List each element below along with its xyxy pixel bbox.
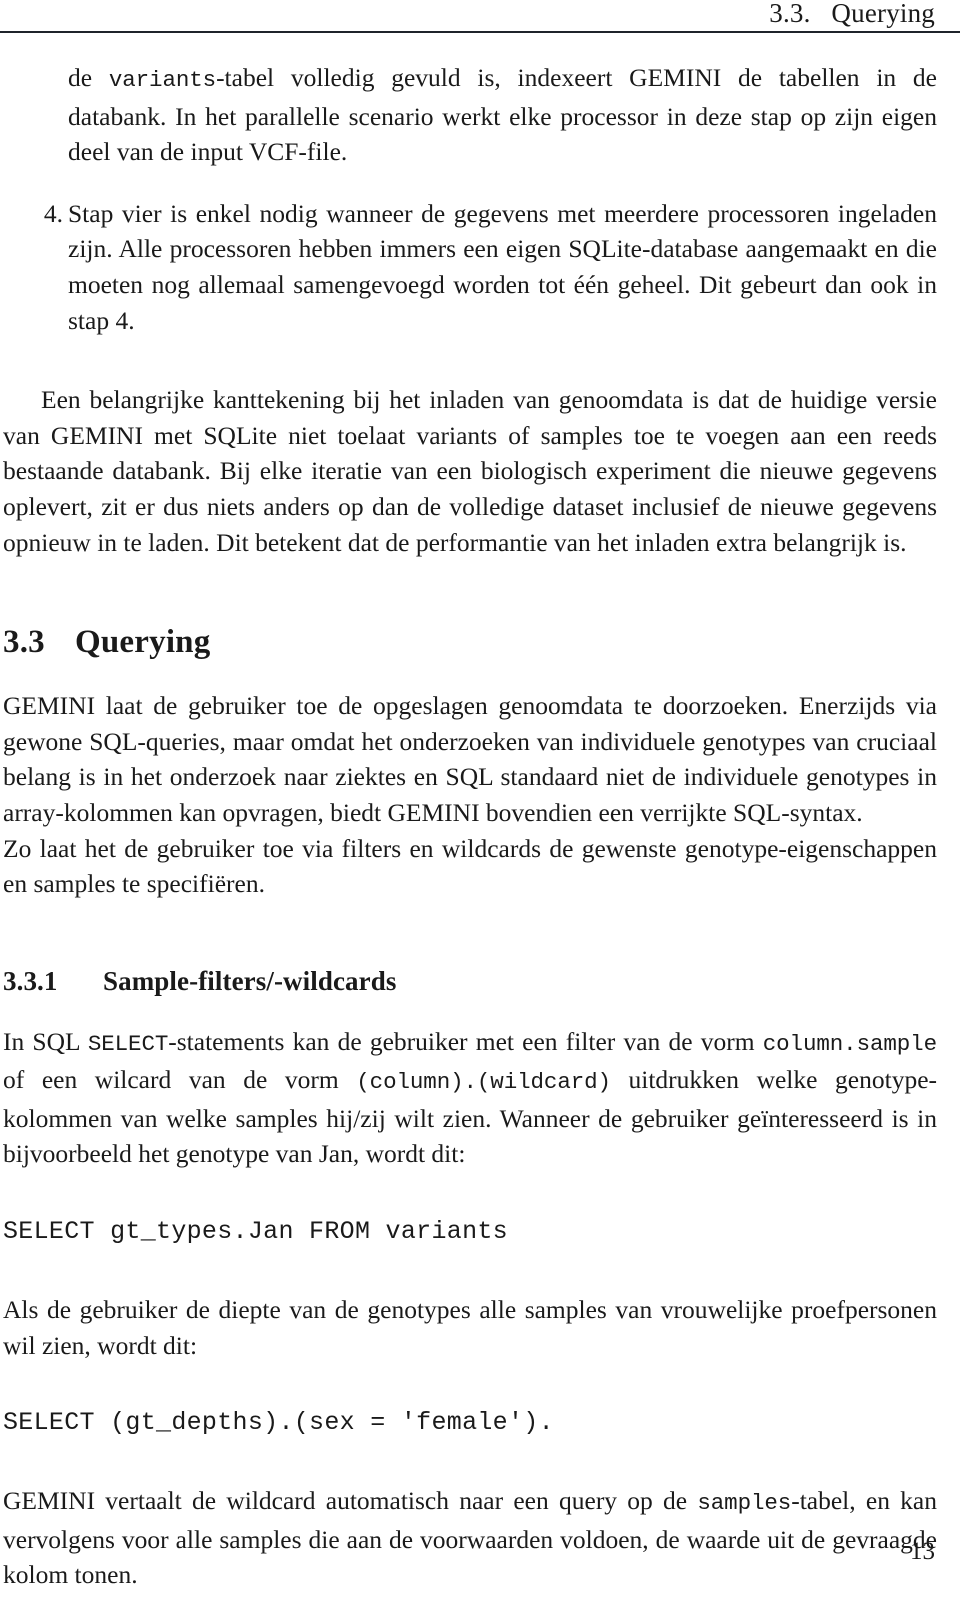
section-title: Querying xyxy=(75,624,211,661)
code-block-select-gt-types: SELECT gt_types.Jan FROM variants xyxy=(3,1217,508,1247)
sub-p1-part-3: of een wilcard van de vorm xyxy=(3,1065,357,1095)
running-header: 3.3. Querying xyxy=(0,0,960,36)
subsection-paragraph-2: Als de gebruiker de diepte van de genoty… xyxy=(3,1295,937,1360)
sub-p1-part-1: In SQL xyxy=(3,1026,88,1056)
section-paragraph-1: GEMINI laat de gebruiker toe de opgeslag… xyxy=(3,691,937,827)
page-number: 13 xyxy=(910,1538,935,1565)
section-number: 3.3 xyxy=(3,624,45,661)
paragraph-kanttekening: Een belangrijke kanttekening bij het inl… xyxy=(3,385,937,557)
sub-p1-part-2: -statements kan de gebruiker met een fil… xyxy=(168,1026,763,1056)
inline-code-column-sample: column.sample xyxy=(762,1030,937,1057)
subsection-paragraph-3: GEMINI vertaalt de wildcard automatisch … xyxy=(3,1483,937,1593)
header-chapter-title: 3.3. Querying xyxy=(769,0,935,28)
header-divider xyxy=(0,31,960,33)
list-item: 4. Stap vier is enkel nodig wanneer de g… xyxy=(3,196,937,338)
subsection-number: 3.3.1 xyxy=(3,965,58,996)
list-item-marker: 4. xyxy=(43,198,63,228)
code-block-select-gt-depths: SELECT (gt_depths).(sex = 'female'). xyxy=(3,1408,554,1438)
list-item-continuation: de variants-tabel volledig gevuld is, in… xyxy=(3,60,937,170)
document-page: 3.3. Querying de variants-tabel volledig… xyxy=(0,0,960,1598)
inline-code-column-wildcard: (column).(wildcard) xyxy=(356,1069,611,1096)
subsection-title: Sample-filters/-wildcards xyxy=(103,965,397,996)
inline-code-variants: variants xyxy=(108,67,217,93)
sub-p3-part-1: GEMINI vertaalt de wildcard automatisch … xyxy=(3,1486,698,1516)
section-heading-querying: 3.3 Querying xyxy=(3,622,937,662)
list-item-text: Stap vier is enkel nodig wanneer de gege… xyxy=(68,198,937,335)
section-paragraph-2: Zo laat het de gebruiker toe via filters… xyxy=(3,833,937,899)
subsection-paragraph-1: In SQL SELECT-statements kan de gebruike… xyxy=(3,1024,937,1172)
inline-code-samples: samples xyxy=(697,1490,792,1517)
numbered-list: 4. Stap vier is enkel nodig wanneer de g… xyxy=(3,196,937,338)
list-continuation-text-before: de xyxy=(68,63,109,92)
inline-code-select: SELECT xyxy=(87,1030,169,1057)
subsection-heading-sample-filters: 3.3.1 Sample-filters/-wildcards xyxy=(3,964,937,998)
page-content: de variants-tabel volledig gevuld is, in… xyxy=(3,60,937,1593)
